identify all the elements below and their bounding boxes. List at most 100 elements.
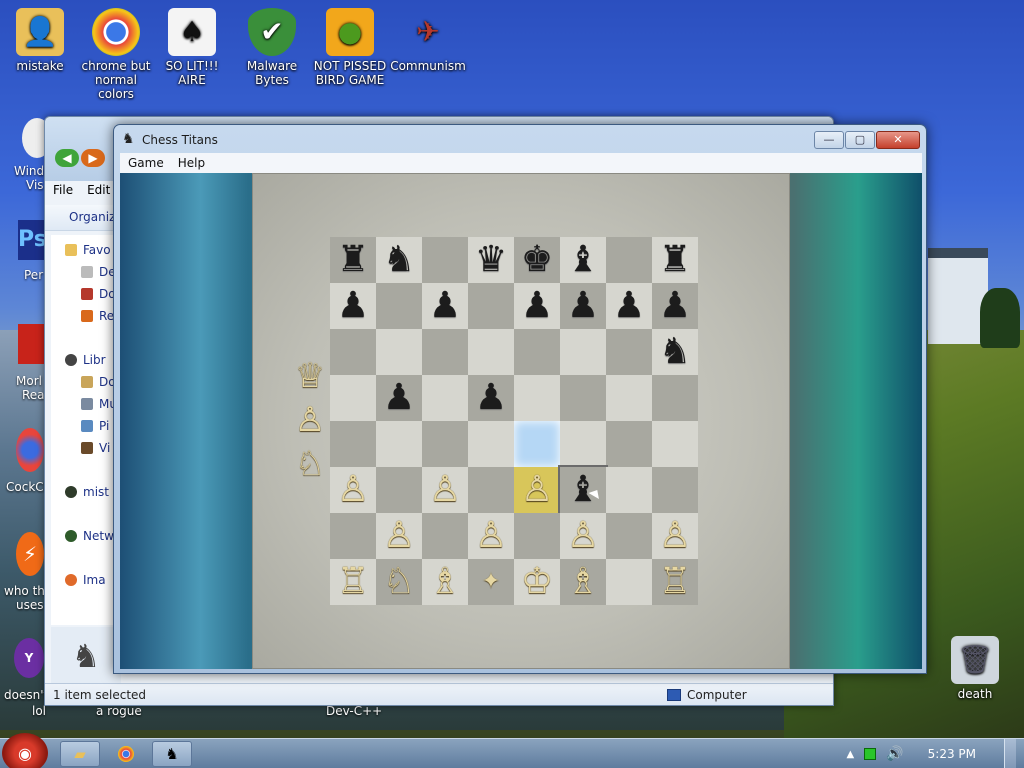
yahoo-icon[interactable]: Y: [14, 638, 44, 678]
desktop-icon-malwarebytes[interactable]: ✔ Malware Bytes: [232, 8, 312, 87]
sidebar-item-homegroup[interactable]: mist: [65, 485, 109, 499]
sidebar-item-videos[interactable]: Vi: [81, 441, 110, 455]
sidebar-item-recent[interactable]: Re: [81, 309, 114, 323]
clock[interactable]: 5:23 PM: [928, 747, 976, 761]
black-rook[interactable]: ♜: [652, 237, 698, 283]
lightning-icon[interactable]: ⚡: [16, 532, 44, 576]
desktop-icon-mistake[interactable]: 👤 mistake: [0, 8, 80, 73]
white-pawn[interactable]: ♙: [376, 513, 422, 559]
board-square[interactable]: [652, 375, 698, 421]
cockclicker-icon[interactable]: [16, 428, 44, 472]
white-knight[interactable]: ♘: [376, 559, 422, 605]
sidebar-item-documents[interactable]: Do: [81, 375, 116, 389]
black-rook[interactable]: ♜: [330, 237, 376, 283]
white-rook[interactable]: ♖: [652, 559, 698, 605]
board-square[interactable]: [422, 421, 468, 467]
board-square[interactable]: [376, 329, 422, 375]
board-square[interactable]: [330, 421, 376, 467]
photoshop-icon[interactable]: Ps: [18, 220, 47, 260]
board-square[interactable]: [514, 375, 560, 421]
board-square[interactable]: [560, 421, 606, 467]
black-pawn[interactable]: ♟: [422, 283, 468, 329]
desktop-icon-communism[interactable]: ✈ Communism: [388, 8, 468, 74]
board-square[interactable]: [606, 329, 652, 375]
board-square[interactable]: [376, 283, 422, 329]
board-square[interactable]: [606, 237, 652, 283]
board-square[interactable]: [422, 329, 468, 375]
sidebar-item-pictures[interactable]: Pi: [81, 419, 109, 433]
network-status-icon[interactable]: [864, 748, 877, 760]
board-square[interactable]: [468, 467, 514, 513]
board-square[interactable]: [376, 421, 422, 467]
volume-icon[interactable]: 🔊: [886, 746, 903, 762]
board-square[interactable]: [514, 513, 560, 559]
board-square[interactable]: [422, 513, 468, 559]
start-button[interactable]: ◉: [2, 733, 48, 768]
menu-game[interactable]: Game: [128, 156, 164, 170]
desktop-icon-bird-game[interactable]: ● NOT PISSED BIRD GAME: [310, 8, 390, 87]
black-queen[interactable]: ♛: [468, 237, 514, 283]
black-bishop[interactable]: ♝: [560, 237, 606, 283]
board-square[interactable]: [606, 375, 652, 421]
board-square[interactable]: [468, 283, 514, 329]
desktop-icon-death[interactable]: 🗑 death: [935, 636, 1015, 701]
black-bishop[interactable]: ♝: [560, 467, 606, 513]
white-pawn[interactable]: ♙: [514, 467, 560, 513]
board-square[interactable]: [652, 421, 698, 467]
white-rook[interactable]: ♖: [330, 559, 376, 605]
sidebar-item-favorites[interactable]: Favo: [65, 243, 111, 257]
sidebar-item-music[interactable]: Mu: [81, 397, 117, 411]
board-square[interactable]: [330, 513, 376, 559]
taskbar-chrome-button[interactable]: [106, 741, 146, 767]
desktop-icon-solitaire[interactable]: ♠ SO LIT!!! AIRE: [152, 8, 232, 87]
acrobat-icon[interactable]: [18, 324, 44, 364]
black-pawn[interactable]: ♟: [468, 375, 514, 421]
board-square[interactable]: [560, 329, 606, 375]
white-king[interactable]: ♔: [514, 559, 560, 605]
white-pawn[interactable]: ♙: [652, 513, 698, 559]
board-square[interactable]: [468, 329, 514, 375]
show-hidden-icons-icon[interactable]: ▲: [847, 749, 855, 760]
sidebar-item-desktop[interactable]: De: [81, 265, 116, 279]
back-arrow-icon[interactable]: ◀: [55, 149, 79, 167]
board-square[interactable]: [330, 375, 376, 421]
menu-help[interactable]: Help: [178, 156, 205, 170]
board-square[interactable]: [606, 421, 652, 467]
black-knight[interactable]: ♞: [376, 237, 422, 283]
close-button[interactable]: ✕: [876, 131, 920, 149]
black-pawn[interactable]: ♟: [330, 283, 376, 329]
white-pawn[interactable]: ♙: [330, 467, 376, 513]
desktop-icon-chrome[interactable]: chrome but normal colors: [76, 8, 156, 101]
board-square[interactable]: [606, 559, 652, 605]
taskbar-explorer-button[interactable]: ▰: [60, 741, 100, 767]
board-square[interactable]: [330, 329, 376, 375]
board-square[interactable]: [514, 421, 560, 467]
menu-edit[interactable]: Edit: [87, 183, 110, 197]
board-square[interactable]: [514, 329, 560, 375]
black-pawn[interactable]: ♟: [652, 283, 698, 329]
white-bishop[interactable]: ♗: [422, 559, 468, 605]
maximize-button[interactable]: ▢: [845, 131, 875, 149]
board-square[interactable]: [606, 467, 652, 513]
black-knight[interactable]: ♞: [652, 329, 698, 375]
show-desktop-button[interactable]: [1004, 739, 1016, 768]
minimize-button[interactable]: —: [814, 131, 844, 149]
taskbar-chess-button[interactable]: ♞: [152, 741, 192, 767]
black-pawn[interactable]: ♟: [376, 375, 422, 421]
sidebar-item-libraries[interactable]: Libr: [65, 353, 106, 367]
board-square[interactable]: [560, 375, 606, 421]
white-pawn[interactable]: ♙: [468, 513, 514, 559]
board-square[interactable]: [468, 421, 514, 467]
white-bishop[interactable]: ♗: [560, 559, 606, 605]
board-square[interactable]: [652, 467, 698, 513]
white-pawn[interactable]: ♙: [560, 513, 606, 559]
black-pawn[interactable]: ♟: [514, 283, 560, 329]
board-square[interactable]: [422, 375, 468, 421]
black-pawn[interactable]: ♟: [560, 283, 606, 329]
board-square[interactable]: [422, 237, 468, 283]
forward-arrow-icon[interactable]: ▶: [81, 149, 105, 167]
board-square[interactable]: [376, 467, 422, 513]
board-square[interactable]: [606, 513, 652, 559]
white-pawn[interactable]: ♙: [422, 467, 468, 513]
menu-file[interactable]: File: [53, 183, 73, 197]
